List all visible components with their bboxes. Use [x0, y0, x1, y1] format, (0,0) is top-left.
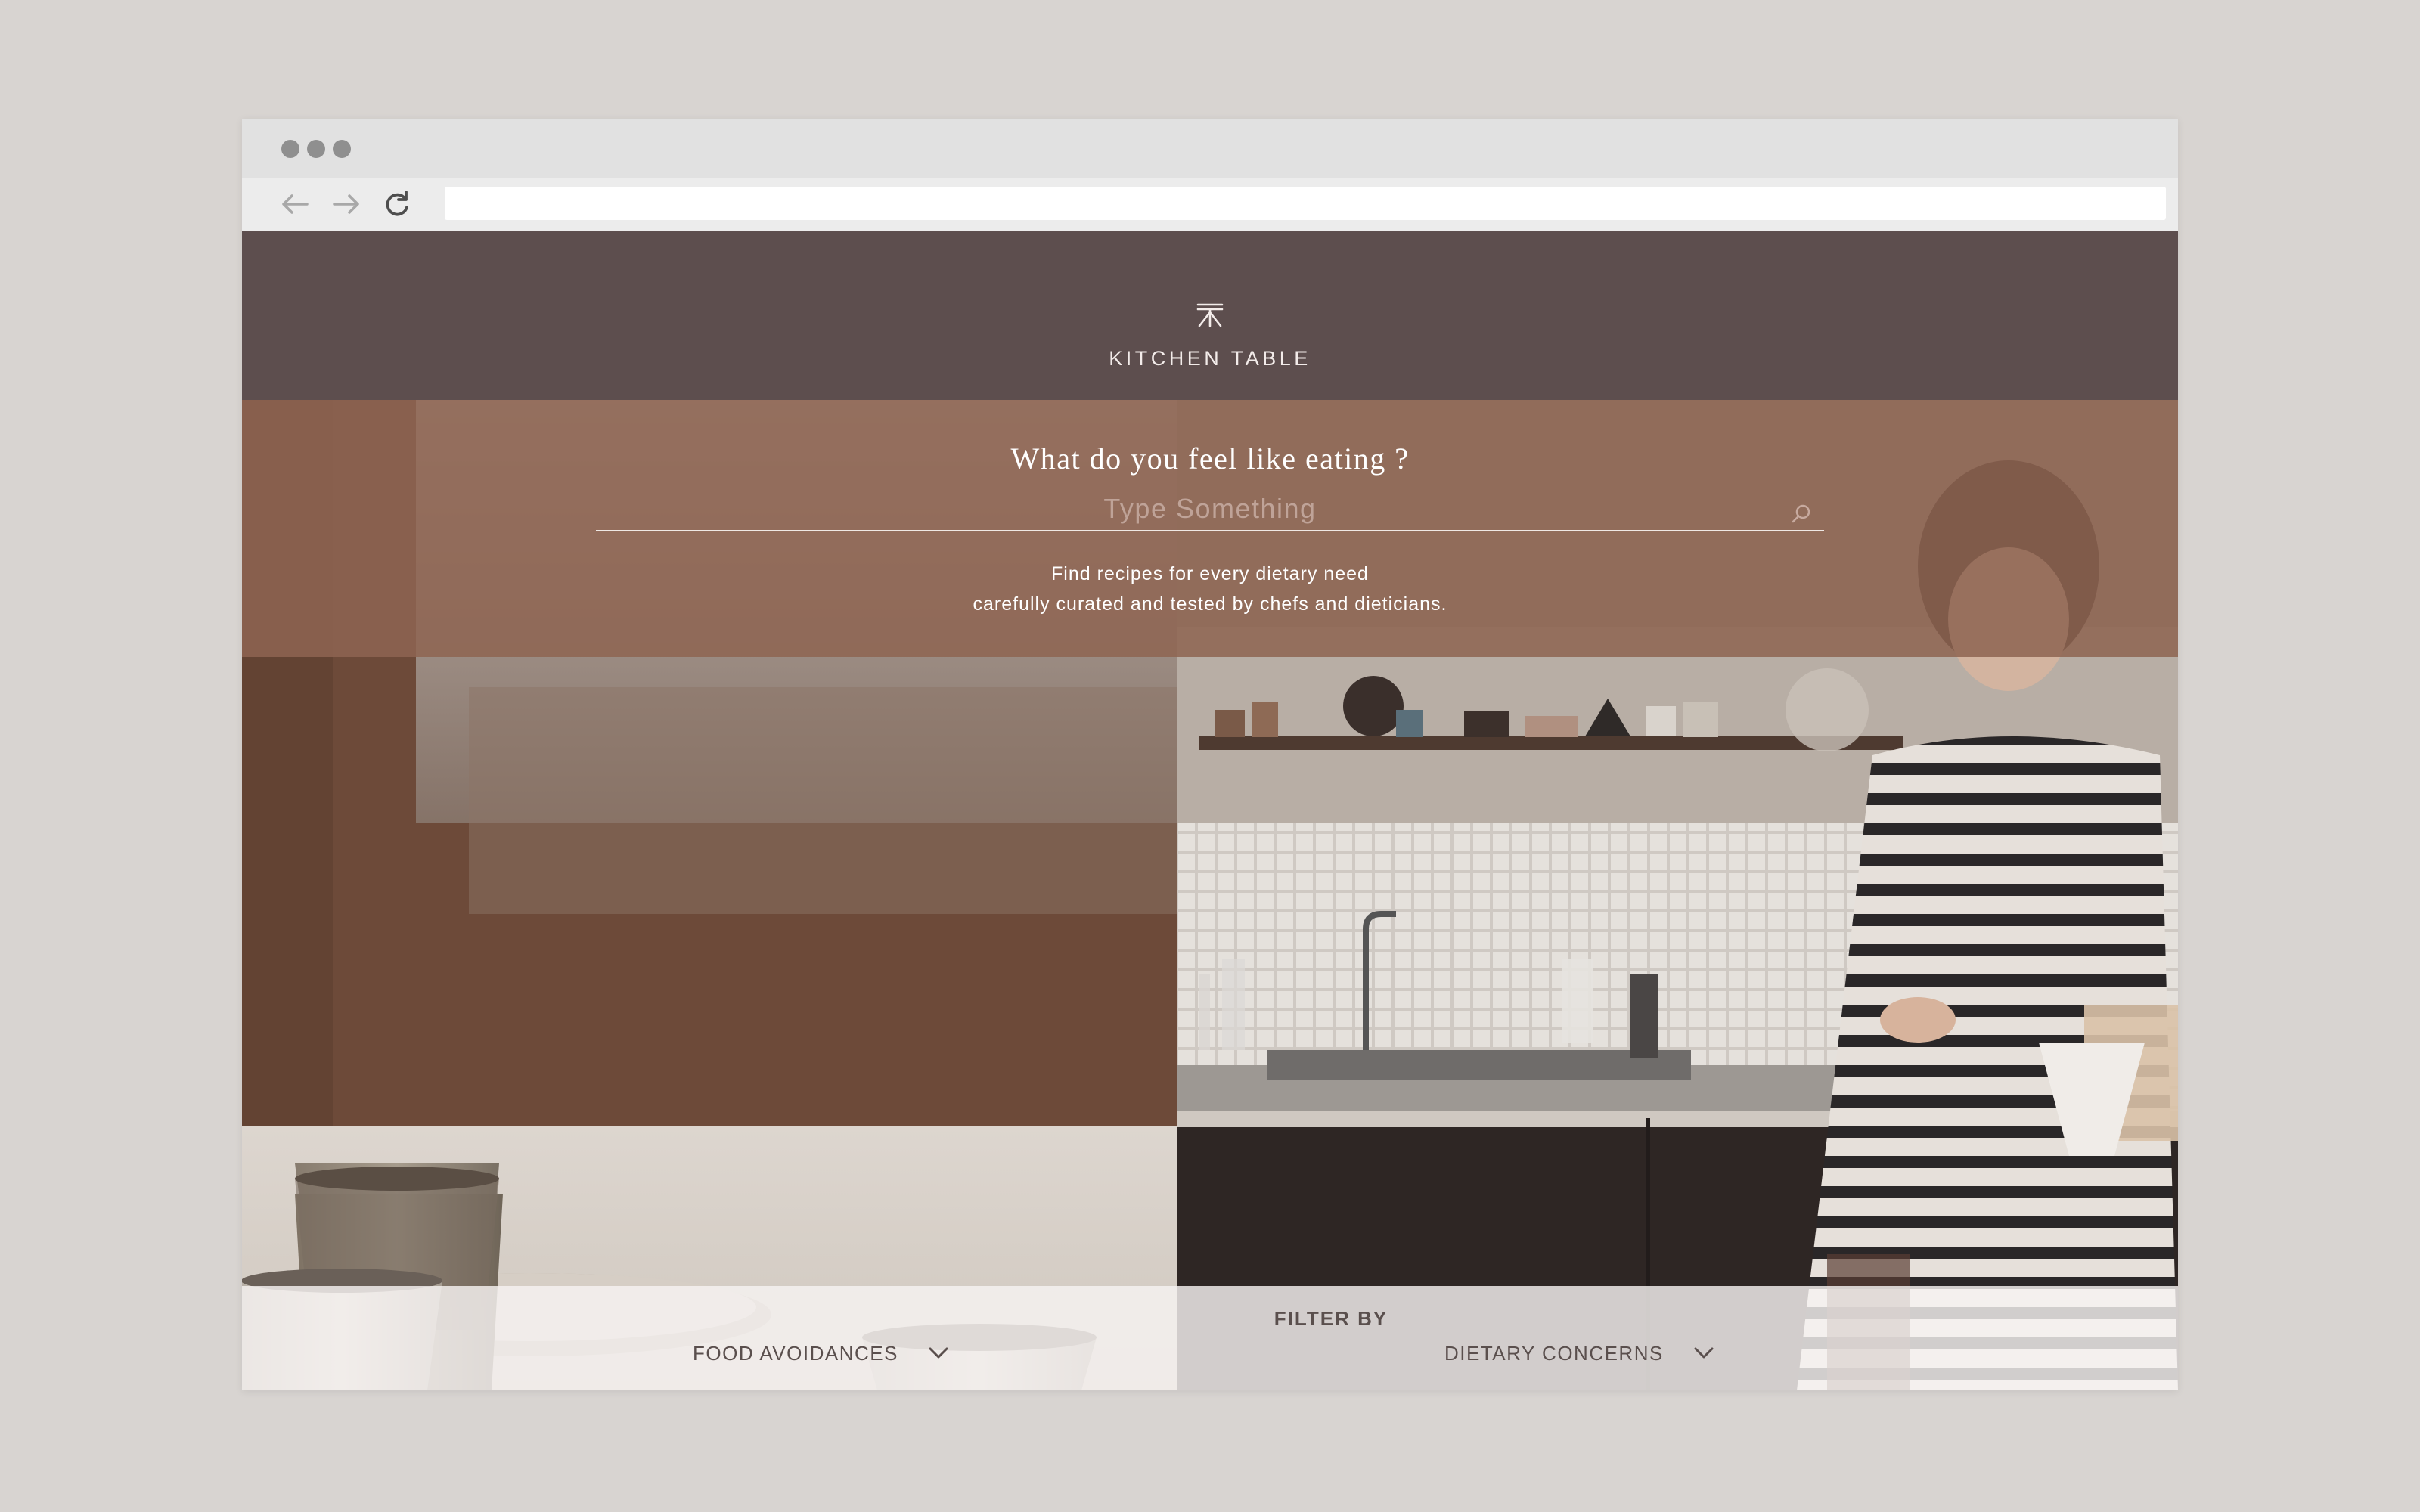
browser-titlebar — [242, 119, 2178, 178]
search-icon[interactable] — [1790, 503, 1813, 525]
chevron-down-icon — [1694, 1347, 1714, 1359]
food-avoidances-dropdown[interactable]: FOOD AVOIDANCES — [693, 1333, 948, 1374]
recipe-search-input[interactable] — [596, 488, 1824, 531]
food-avoidances-label: FOOD AVOIDANCES — [693, 1341, 898, 1365]
site-header: KITCHEN TABLE — [242, 231, 2178, 400]
browser-window: KITCHEN TABLE What do you feel like eati… — [242, 119, 2178, 1390]
page-viewport: KITCHEN TABLE What do you feel like eati… — [242, 231, 2178, 1390]
filter-bar — [242, 1286, 2178, 1390]
reload-icon[interactable] — [377, 187, 417, 222]
browser-toolbar — [242, 178, 2178, 231]
back-arrow-icon[interactable] — [275, 187, 316, 222]
window-dot-icon[interactable] — [281, 140, 299, 158]
window-dot-icon[interactable] — [333, 140, 351, 158]
hero-tagline: Find recipes for every dietary need care… — [242, 559, 2178, 619]
tagline-line-1: Find recipes for every dietary need — [1051, 563, 1369, 584]
brand-name[interactable]: KITCHEN TABLE — [242, 347, 2178, 370]
address-bar[interactable] — [445, 187, 2166, 220]
dietary-concerns-dropdown[interactable]: DIETARY CONCERNS — [1444, 1333, 1714, 1374]
forward-arrow-icon[interactable] — [325, 187, 366, 222]
chevron-down-icon — [929, 1347, 948, 1359]
table-logo-icon[interactable] — [1195, 302, 1225, 327]
window-dot-icon[interactable] — [307, 140, 325, 158]
filter-title: FILTER BY — [1274, 1307, 1388, 1330]
hero-question: What do you feel like eating ? — [1010, 442, 1410, 476]
dietary-concerns-label: DIETARY CONCERNS — [1444, 1341, 1664, 1365]
tagline-line-2: carefully curated and tested by chefs an… — [973, 593, 1447, 615]
